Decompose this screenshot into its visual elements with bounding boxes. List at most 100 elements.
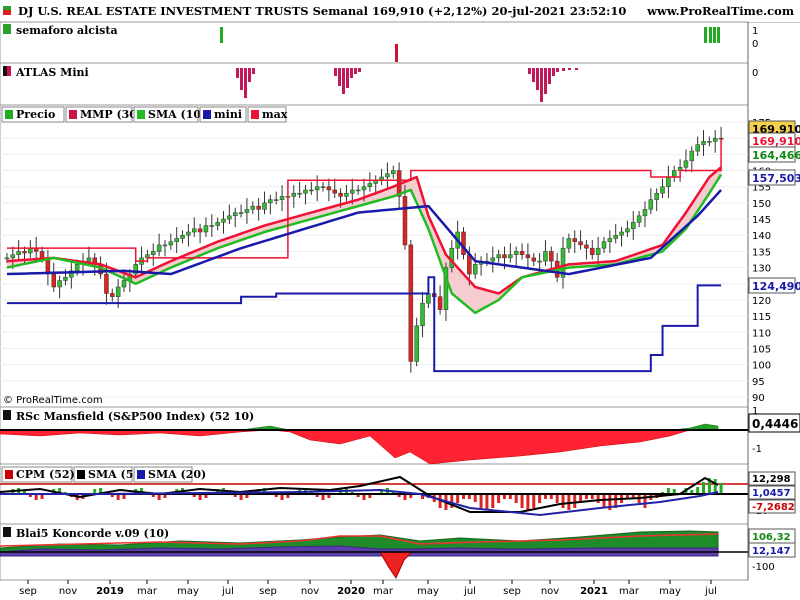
candle-body [666, 176, 671, 187]
candle-body [273, 199, 279, 201]
candle-body [227, 215, 232, 220]
rsc-value: 0,4446 [752, 417, 798, 431]
x-tick-label: 2020 [337, 586, 365, 597]
candle-body [297, 192, 302, 195]
candle-body [104, 273, 109, 294]
price-y-tick: 145 [752, 215, 771, 226]
cpm-bar [696, 487, 700, 494]
atlas-bar [532, 68, 535, 82]
price-y-tick: 110 [752, 328, 771, 339]
candle-body [513, 251, 519, 255]
atlas-bar [540, 68, 543, 102]
candle-body [291, 192, 297, 197]
koncorde-value-tags: 106,32 12,147 [748, 528, 796, 558]
atlas-bar [575, 68, 578, 70]
koncorde-value-tag-text: 12,147 [752, 546, 791, 557]
cpm-bar [573, 494, 577, 508]
candle-body [496, 254, 501, 259]
price-y-tick: 140 [752, 231, 771, 242]
cpm-value-tag-text: 1,0457 [752, 488, 791, 499]
rsc-tick-bottom: -1 [752, 444, 762, 455]
atlas-bar [342, 68, 345, 94]
candle-body [320, 186, 326, 188]
candle-body [689, 150, 695, 162]
candle-body [391, 170, 396, 175]
chart-canvas[interactable]: semaforo alcista 1 0 ATLAS Mini 0 175170… [0, 0, 800, 600]
candle-body [250, 205, 256, 210]
watermark: © ProRealTime.com [3, 395, 103, 406]
candle-body [549, 251, 554, 262]
candle-body [180, 234, 185, 239]
koncorde-label: Blai5 Koncorde v.09 (10) [16, 527, 169, 540]
candle-body [232, 212, 238, 217]
candle-body [601, 241, 607, 249]
cpm-bar [567, 494, 571, 510]
candle-body [174, 238, 179, 242]
candle-body [613, 234, 618, 239]
atlas-bar [236, 68, 239, 78]
atlas-bar [350, 68, 353, 78]
cpm-bar [497, 494, 501, 503]
candle-body [712, 137, 718, 142]
cpm-legend: CPM (52) SMA (5) SMA (20) [1, 466, 206, 483]
candle-body [461, 231, 466, 255]
legend-swatch [69, 110, 77, 119]
semaforo-bar [220, 27, 223, 43]
candle-body [221, 218, 226, 223]
candle-body [16, 251, 21, 255]
candle-body [4, 257, 10, 260]
atlas-bar [528, 68, 531, 74]
candle-body [279, 196, 285, 200]
candle-body [22, 251, 27, 254]
candle-body [191, 228, 197, 233]
x-tick-label: mar [373, 586, 394, 597]
candle-body [344, 192, 349, 197]
semaforo-tick-bottom: 0 [752, 39, 758, 50]
candle-body [648, 199, 654, 210]
price-legend: Precio MMP (30) SMA (10) mini max [1, 106, 288, 123]
price-y-tick: 115 [752, 312, 771, 323]
price-y-tick: 130 [752, 264, 771, 275]
candle-body [168, 241, 174, 246]
x-tick-label: sep [259, 586, 277, 597]
cpm-value-tag-text: 12,298 [752, 474, 791, 485]
candle-body [502, 254, 507, 259]
legend-swatch [203, 110, 211, 119]
price-value-tag-text: 157,503 [752, 172, 800, 185]
semaforo-bar [395, 44, 398, 62]
cpm-legend-label: SMA (20) [148, 468, 206, 481]
legend-label: max [262, 108, 288, 121]
cpm-bar [702, 482, 706, 494]
candle-body [326, 186, 332, 191]
atlas-bar [240, 68, 243, 90]
candle-body [303, 189, 308, 194]
semaforo-bar [713, 27, 716, 43]
cpm-bar [491, 494, 495, 508]
atlas-bar [354, 68, 357, 74]
x-tick-label: sep [19, 586, 37, 597]
candle-body [595, 247, 601, 255]
cpm-bar [514, 494, 518, 503]
candle-body [519, 251, 525, 255]
candle-body [332, 189, 337, 194]
cpm-bar [596, 494, 600, 503]
candle-body [660, 186, 665, 194]
legend-label: Precio [16, 108, 55, 121]
candle-body [566, 238, 572, 249]
candle-body [537, 260, 542, 263]
cpm-bar [485, 494, 489, 510]
legend-swatch [5, 110, 13, 119]
candle-body [63, 277, 68, 281]
candle-body [525, 254, 531, 259]
atlas-bar [248, 68, 251, 82]
candle-body [654, 192, 659, 200]
candle-body [636, 215, 642, 223]
price-y-tick: 100 [752, 361, 771, 372]
candle-body [508, 254, 513, 259]
legend-swatch [137, 110, 145, 119]
candle-body [39, 251, 45, 259]
candle-body [607, 238, 613, 242]
candle-body [420, 302, 425, 327]
candle-body [256, 205, 261, 210]
candle-body [244, 209, 250, 213]
